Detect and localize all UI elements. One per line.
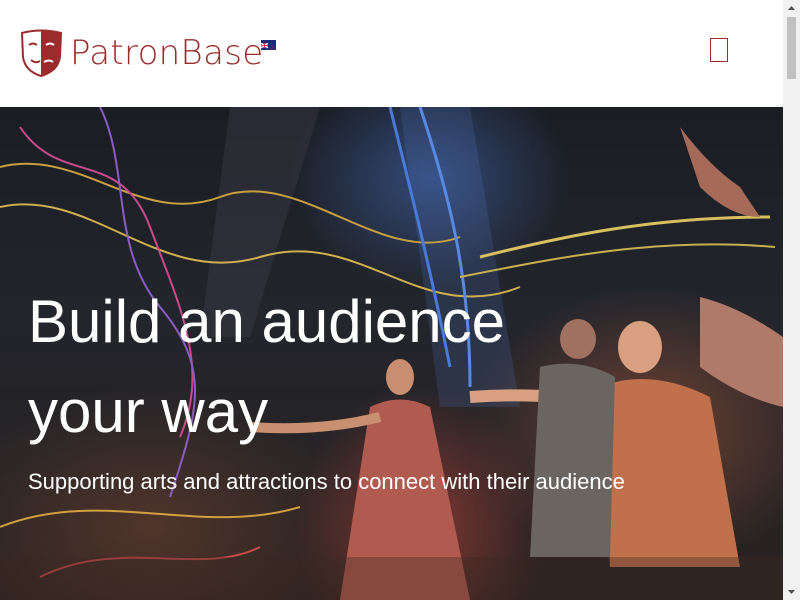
- hero-banner: Build an audience your way Supporting ar…: [0, 107, 783, 600]
- logo-link[interactable]: PatronBase: [20, 29, 263, 77]
- scroll-down-arrow-icon[interactable]: [783, 583, 800, 600]
- page-scrollbar[interactable]: [783, 0, 800, 600]
- nz-flag-icon[interactable]: [261, 40, 276, 50]
- hero-title-line-1: Build an audience: [28, 288, 506, 355]
- hero-title: Build an audience your way: [28, 277, 648, 457]
- menu-button[interactable]: [710, 38, 728, 62]
- scroll-up-arrow-icon[interactable]: [783, 0, 800, 17]
- scrollbar-thumb[interactable]: [787, 17, 796, 79]
- hero-title-line-2: your way: [28, 378, 269, 445]
- site-header: PatronBase: [0, 0, 783, 107]
- brand-name: PatronBase: [70, 33, 264, 73]
- hero-subtitle: Supporting arts and attractions to conne…: [28, 469, 625, 494]
- theatre-mask-icon: [20, 29, 63, 77]
